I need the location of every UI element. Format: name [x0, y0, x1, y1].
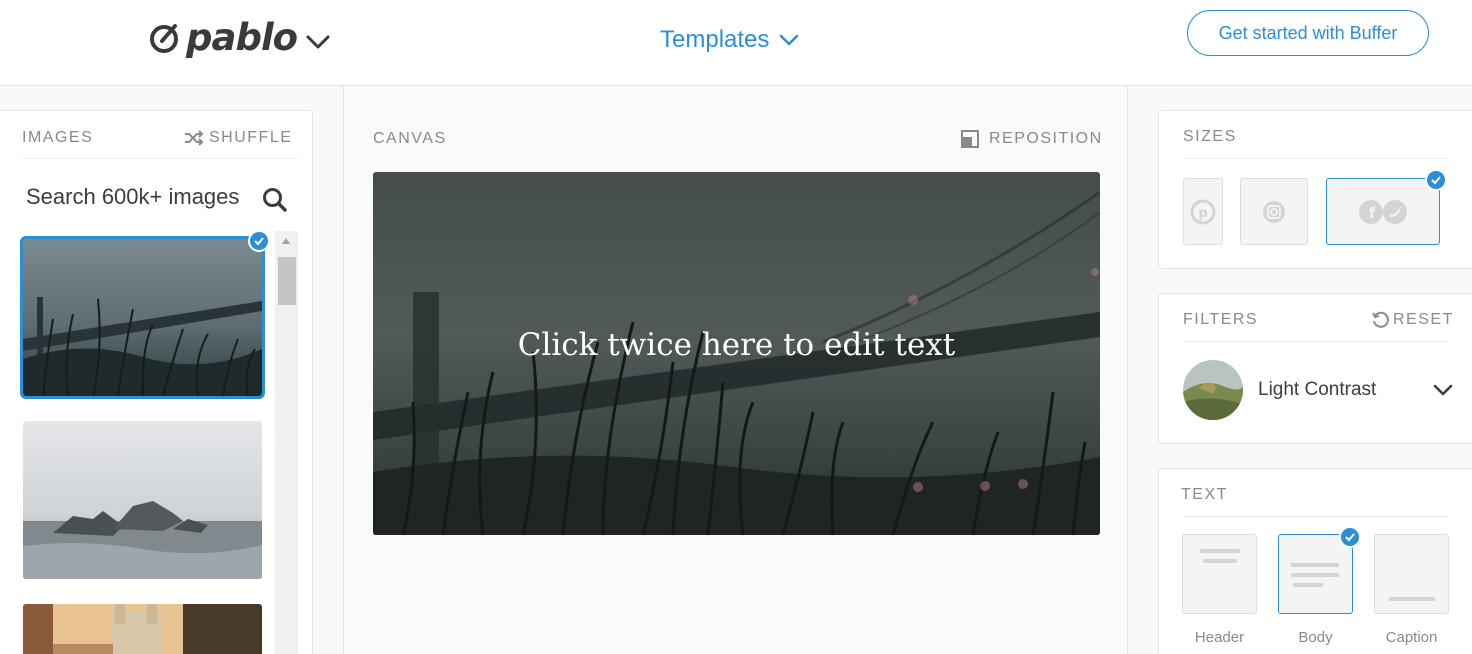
- pablo-logo[interactable]: pablo: [148, 16, 331, 59]
- search-icon[interactable]: [262, 187, 288, 213]
- selected-check-icon: [1425, 169, 1447, 191]
- reposition-label: REPOSITION: [989, 130, 1103, 147]
- shuffle-label: SHUFFLE: [209, 129, 293, 146]
- selected-filter-name: Light Contrast: [1258, 379, 1377, 400]
- image-thumbnail-bridge[interactable]: [20, 236, 265, 399]
- divider: [1183, 341, 1449, 342]
- canvas-area: CANVAS REPOSITION Click twice here to ed…: [343, 86, 1128, 654]
- image-thumbnail-rocks[interactable]: [23, 421, 262, 579]
- design-canvas[interactable]: Click twice here to edit text: [373, 172, 1100, 535]
- selected-check-icon: [248, 230, 270, 252]
- filter-preview-image: [1183, 360, 1243, 420]
- images-panel: IMAGES SHUFFLE: [0, 110, 313, 654]
- chevron-down-icon: [306, 35, 330, 48]
- size-option-facebook-twitter[interactable]: f: [1326, 178, 1440, 245]
- facebook-icon: f: [1359, 199, 1383, 224]
- text-panel-title: TEXT: [1181, 486, 1228, 503]
- text-style-body-label: Body: [1298, 629, 1333, 646]
- text-panel: TEXT Header Body Caption: [1158, 468, 1472, 654]
- brand-name: pablo: [186, 16, 298, 59]
- bridge-photo: [23, 239, 262, 396]
- text-style-body[interactable]: [1278, 534, 1353, 614]
- divider: [1183, 158, 1449, 159]
- templates-label: Templates: [660, 26, 770, 53]
- images-scrollbar[interactable]: [275, 231, 298, 654]
- images-panel-title: IMAGES: [22, 129, 94, 146]
- reposition-icon: [961, 130, 979, 148]
- chevron-down-icon: [780, 34, 799, 46]
- canvas-overlay-text[interactable]: Click twice here to edit text: [373, 327, 1100, 363]
- pablo-logo-icon: [150, 23, 178, 53]
- get-started-button[interactable]: Get started with Buffer: [1187, 10, 1429, 56]
- filters-panel: FILTERS RESET Light Contrast: [1158, 293, 1472, 444]
- image-thumbnail-town[interactable]: [23, 604, 262, 654]
- shuffle-button[interactable]: SHUFFLE: [184, 129, 292, 147]
- svg-text:f: f: [1369, 204, 1376, 222]
- shuffle-icon: [185, 130, 204, 146]
- divider: [1183, 516, 1449, 517]
- pinterest-icon: p: [1190, 199, 1216, 224]
- text-style-caption-label: Caption: [1385, 629, 1438, 646]
- chevron-down-icon: [1433, 384, 1453, 396]
- reset-icon: [1372, 311, 1389, 328]
- text-style-header-label: Header: [1194, 629, 1245, 646]
- text-style-header[interactable]: [1182, 534, 1257, 614]
- reset-label: RESET: [1393, 311, 1454, 328]
- filters-panel-title: FILTERS: [1183, 311, 1259, 328]
- scroll-up-arrow-icon[interactable]: [281, 237, 291, 245]
- size-option-pinterest[interactable]: p: [1183, 178, 1223, 245]
- selected-check-icon: [1339, 526, 1361, 548]
- divider: [22, 158, 298, 159]
- sizes-panel: SIZES p f: [1158, 110, 1472, 269]
- scrollbar-thumb[interactable]: [278, 257, 296, 305]
- reset-filters-button[interactable]: RESET: [1371, 311, 1454, 329]
- reposition-button[interactable]: REPOSITION: [961, 130, 1103, 148]
- canvas-title: CANVAS: [373, 130, 447, 147]
- image-search-input[interactable]: [26, 184, 246, 210]
- templates-dropdown[interactable]: Templates: [660, 26, 799, 54]
- sizes-panel-title: SIZES: [1183, 128, 1237, 145]
- svg-text:p: p: [1198, 206, 1207, 221]
- size-option-instagram[interactable]: [1240, 178, 1308, 245]
- rocks-photo: [23, 421, 262, 579]
- twitter-icon: [1383, 199, 1407, 224]
- filter-dropdown[interactable]: Light Contrast: [1183, 359, 1453, 421]
- instagram-icon: [1263, 200, 1285, 223]
- top-bar: pablo Templates Get started with Buffer: [0, 0, 1472, 86]
- town-photo: [23, 604, 262, 654]
- text-style-caption[interactable]: [1374, 534, 1449, 614]
